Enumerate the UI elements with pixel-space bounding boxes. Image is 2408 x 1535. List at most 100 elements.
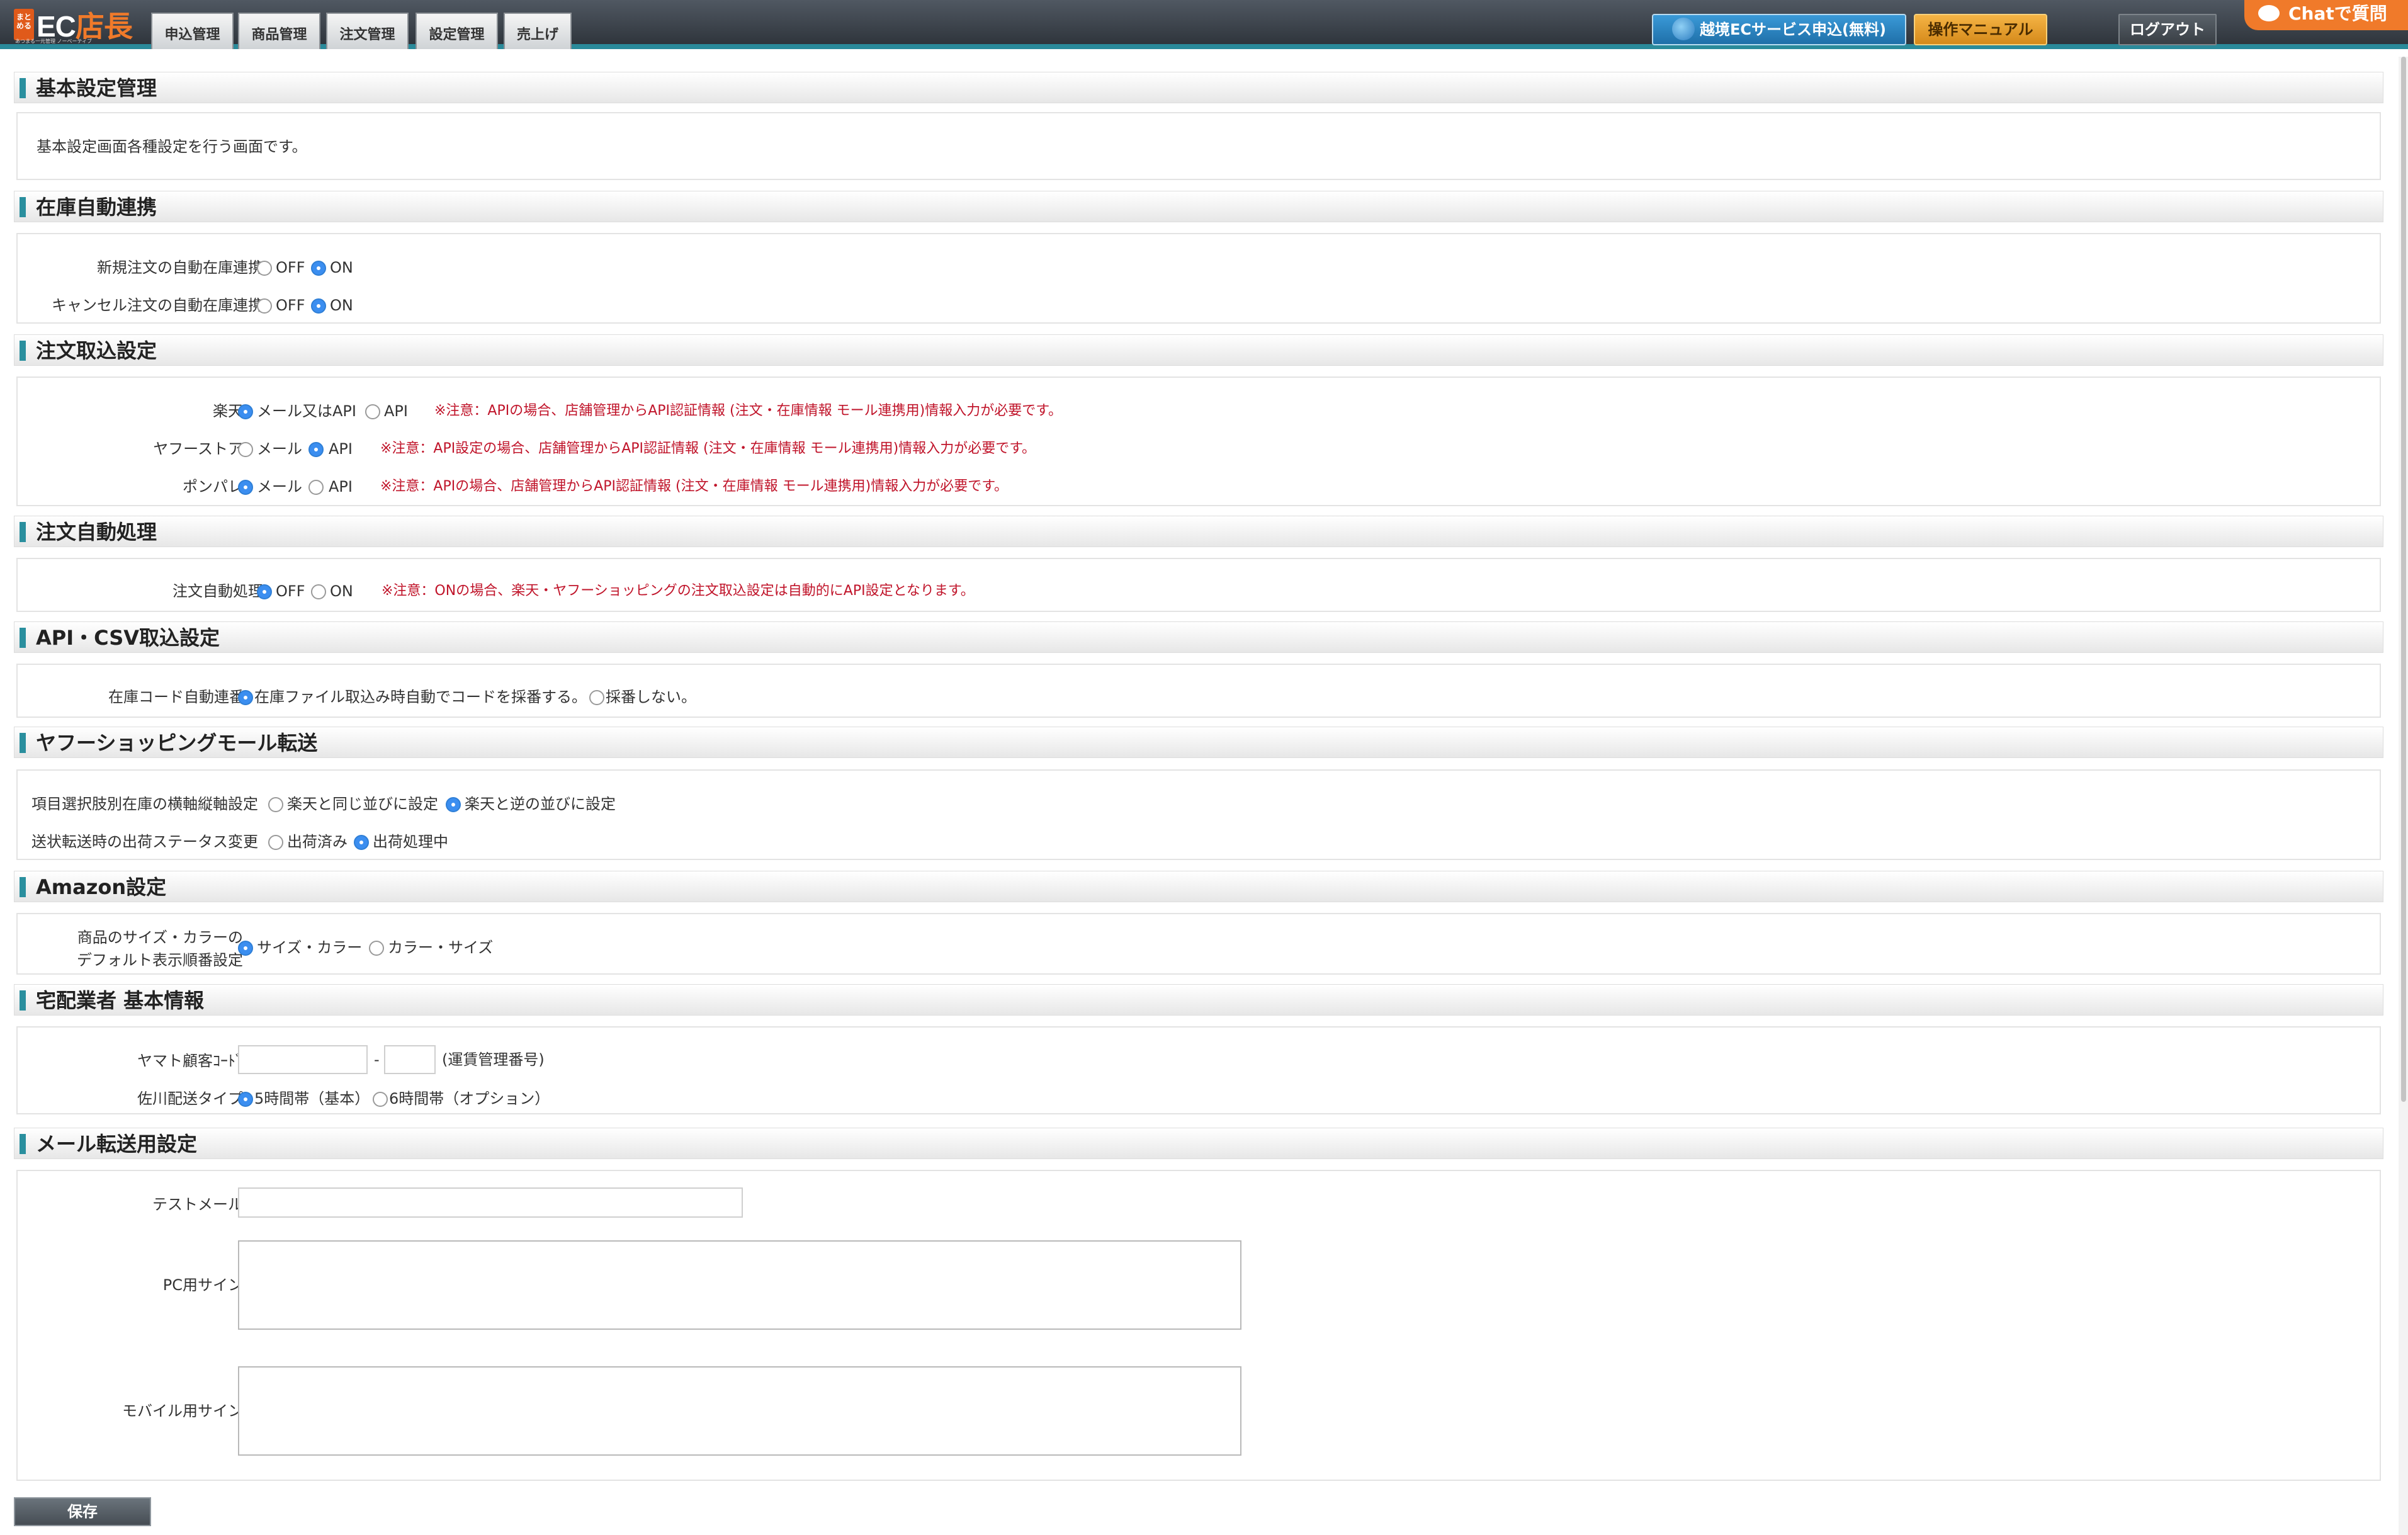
chat-button[interactable]: Chatで質問	[2244, 0, 2408, 30]
yamato-code-input-2[interactable]	[384, 1045, 436, 1074]
auto-process-on-radio[interactable]	[311, 584, 326, 599]
nav-tab-orders[interactable]: 注文管理	[326, 13, 409, 49]
same-order-radio[interactable]	[268, 797, 283, 812]
auto-number-off-radio[interactable]	[589, 690, 604, 705]
globe-icon	[1672, 18, 1695, 40]
section-mail: メール転送用設定	[14, 1128, 2383, 1159]
shipping-in-progress-radio[interactable]	[354, 835, 369, 850]
option-label: メール	[257, 440, 302, 458]
option-label: 在庫ファイル取込み時自動でコードを採番する。	[254, 688, 587, 706]
cross-border-ec-label: 越境ECサービス申込(無料)	[1700, 21, 1886, 38]
pc-sign-textarea[interactable]	[238, 1240, 1241, 1330]
mobile-sign-textarea[interactable]	[238, 1366, 1241, 1456]
section-title: 在庫自動連携	[36, 195, 157, 219]
section-order-import: 注文取込設定	[14, 334, 2383, 366]
section-marker	[20, 341, 26, 361]
section-yahoo-transfer: ヤフーショッピングモール転送	[14, 727, 2383, 758]
section-api-csv: API・CSV取込設定	[14, 621, 2383, 653]
section-marker	[20, 1134, 26, 1154]
section-stock-link: 在庫自動連携	[14, 191, 2383, 222]
rakuten-api-radio[interactable]	[365, 404, 380, 419]
size-color-order-label-line1: 商品のサイズ・カラーの	[77, 929, 243, 946]
sagawa-6-slot-radio[interactable]	[373, 1092, 388, 1107]
nav-tab-sales[interactable]: 売上げ	[504, 13, 572, 49]
section-title: 宅配業者 基本情報	[36, 988, 205, 1012]
yamato-code-input-1[interactable]	[238, 1045, 368, 1074]
basic-settings-panel: 基本設定画面各種設定を行う画面です。	[16, 112, 2381, 180]
nav-tab-settings[interactable]: 設定管理	[415, 13, 498, 49]
auto-process-panel: 注文自動処理 OFF ON ※注意：ONの場合、楽天・ヤフーショッピングの注文取…	[16, 558, 2381, 612]
section-basic-settings: 基本設定管理	[14, 72, 2383, 103]
cancel-order-stock-link-label: キャンセル注文の自動在庫連携	[52, 297, 263, 314]
chat-bubble-icon	[2258, 5, 2280, 21]
option-label: メール又はAPI	[257, 402, 356, 420]
manual-button[interactable]: 操作マニュアル	[1914, 14, 2047, 45]
ponpare-api-note: ※注意：APIの場合、店舗管理からAPI認証情報 (注文・在庫情報 モール連携用…	[380, 479, 1008, 494]
rakuten-api-note: ※注意：APIの場合、店舗管理からAPI認証情報 (注文・在庫情報 モール連携用…	[434, 403, 1062, 419]
amazon-panel: 商品のサイズ・カラーの デフォルト表示順番設定 サイズ・カラー カラー・サイズ	[16, 913, 2381, 975]
option-label: OFF	[276, 259, 305, 276]
axis-setting-label: 項目選択肢別在庫の横軸縦軸設定	[31, 795, 258, 813]
auto-process-label: 注文自動処理	[172, 582, 263, 600]
cross-border-ec-button[interactable]: 越境ECサービス申込(無料)	[1652, 14, 1906, 45]
section-title: 注文自動処理	[36, 520, 157, 544]
save-button[interactable]: 保存	[14, 1497, 151, 1526]
reverse-order-radio[interactable]	[446, 797, 461, 812]
auto-number-on-radio[interactable]	[238, 690, 253, 705]
option-label: ON	[330, 297, 353, 314]
rakuten-mail-or-api-radio[interactable]	[238, 404, 253, 419]
section-auto-process: 注文自動処理	[14, 516, 2383, 547]
sagawa-type-label: 佐川配送タイプ	[137, 1090, 243, 1107]
option-label: ON	[330, 582, 353, 600]
section-marker	[20, 522, 26, 542]
yahoo-store-api-radio[interactable]	[308, 442, 324, 457]
yahoo-store-mail-radio[interactable]	[238, 442, 253, 457]
option-label: 楽天と同じ並びに設定	[287, 795, 438, 813]
cancel-order-stock-link-off-radio[interactable]	[257, 298, 272, 314]
new-order-stock-link-on-radio[interactable]	[311, 261, 326, 276]
auto-process-off-radio[interactable]	[257, 584, 272, 599]
section-amazon: Amazon設定	[14, 871, 2383, 902]
option-label: OFF	[276, 297, 305, 314]
option-label: 5時間帯（基本）	[254, 1090, 370, 1107]
test-mail-label: テストメール	[152, 1196, 243, 1213]
order-import-panel: 楽天 メール又はAPI API ※注意：APIの場合、店舗管理からAPI認証情報…	[16, 377, 2381, 506]
section-title: 注文取込設定	[36, 339, 157, 363]
mail-panel: テストメール PC用サイン モバイル用サイン	[16, 1170, 2381, 1481]
scrollbar-thumb[interactable]	[2401, 57, 2406, 1102]
new-order-stock-link-off-radio[interactable]	[257, 261, 272, 276]
option-label: API	[329, 440, 353, 458]
section-marker	[20, 733, 26, 753]
nav-tab-products[interactable]: 商品管理	[238, 13, 320, 49]
top-navigation-bar: まとめる EC店長 あつまる一元管理 ノーベーティブ 申込管理 商品管理 注文管…	[0, 0, 2408, 49]
option-label: 採番しない。	[606, 688, 696, 706]
shipped-radio[interactable]	[268, 835, 283, 850]
cancel-order-stock-link-on-radio[interactable]	[311, 298, 326, 314]
ec-tencho-logo[interactable]: まとめる EC店長 あつまる一元管理 ノーベーティブ	[14, 6, 138, 44]
delivery-panel: ヤマト顧客ｺｰﾄﾞ - (運賃管理番号) 佐川配送タイプ 5時間帯（基本） 6時…	[16, 1026, 2381, 1114]
section-marker	[20, 628, 26, 648]
section-title: API・CSV取込設定	[36, 626, 220, 650]
ponpare-mail-radio[interactable]	[238, 480, 253, 495]
basic-description: 基本設定画面各種設定を行う画面です。	[37, 138, 307, 156]
size-color-order-label-line2: デフォルト表示順番設定	[77, 951, 243, 969]
section-title: Amazon設定	[36, 875, 167, 899]
logout-button[interactable]: ログアウト	[2118, 14, 2217, 45]
option-label: メール	[257, 478, 302, 496]
new-order-stock-link-label: 新規注文の自動在庫連携	[97, 259, 263, 276]
sagawa-5-slot-radio[interactable]	[238, 1092, 253, 1107]
option-label: API	[329, 478, 353, 496]
option-label: ON	[330, 259, 353, 276]
yamato-code-separator: -	[374, 1051, 380, 1068]
option-label: カラー・サイズ	[388, 939, 494, 956]
test-mail-input[interactable]	[238, 1187, 743, 1218]
size-color-radio[interactable]	[238, 941, 253, 956]
pc-sign-label: PC用サイン	[162, 1276, 243, 1294]
section-marker	[20, 990, 26, 1011]
section-marker	[20, 197, 26, 217]
yahoo-store-api-note: ※注意：API設定の場合、店舗管理からAPI認証情報 (注文・在庫情報 モール連…	[380, 441, 1036, 456]
ponpare-api-radio[interactable]	[308, 480, 324, 495]
color-size-radio[interactable]	[369, 941, 384, 956]
chat-label: Chatで質問	[2288, 3, 2387, 24]
nav-tab-application[interactable]: 申込管理	[151, 13, 234, 49]
